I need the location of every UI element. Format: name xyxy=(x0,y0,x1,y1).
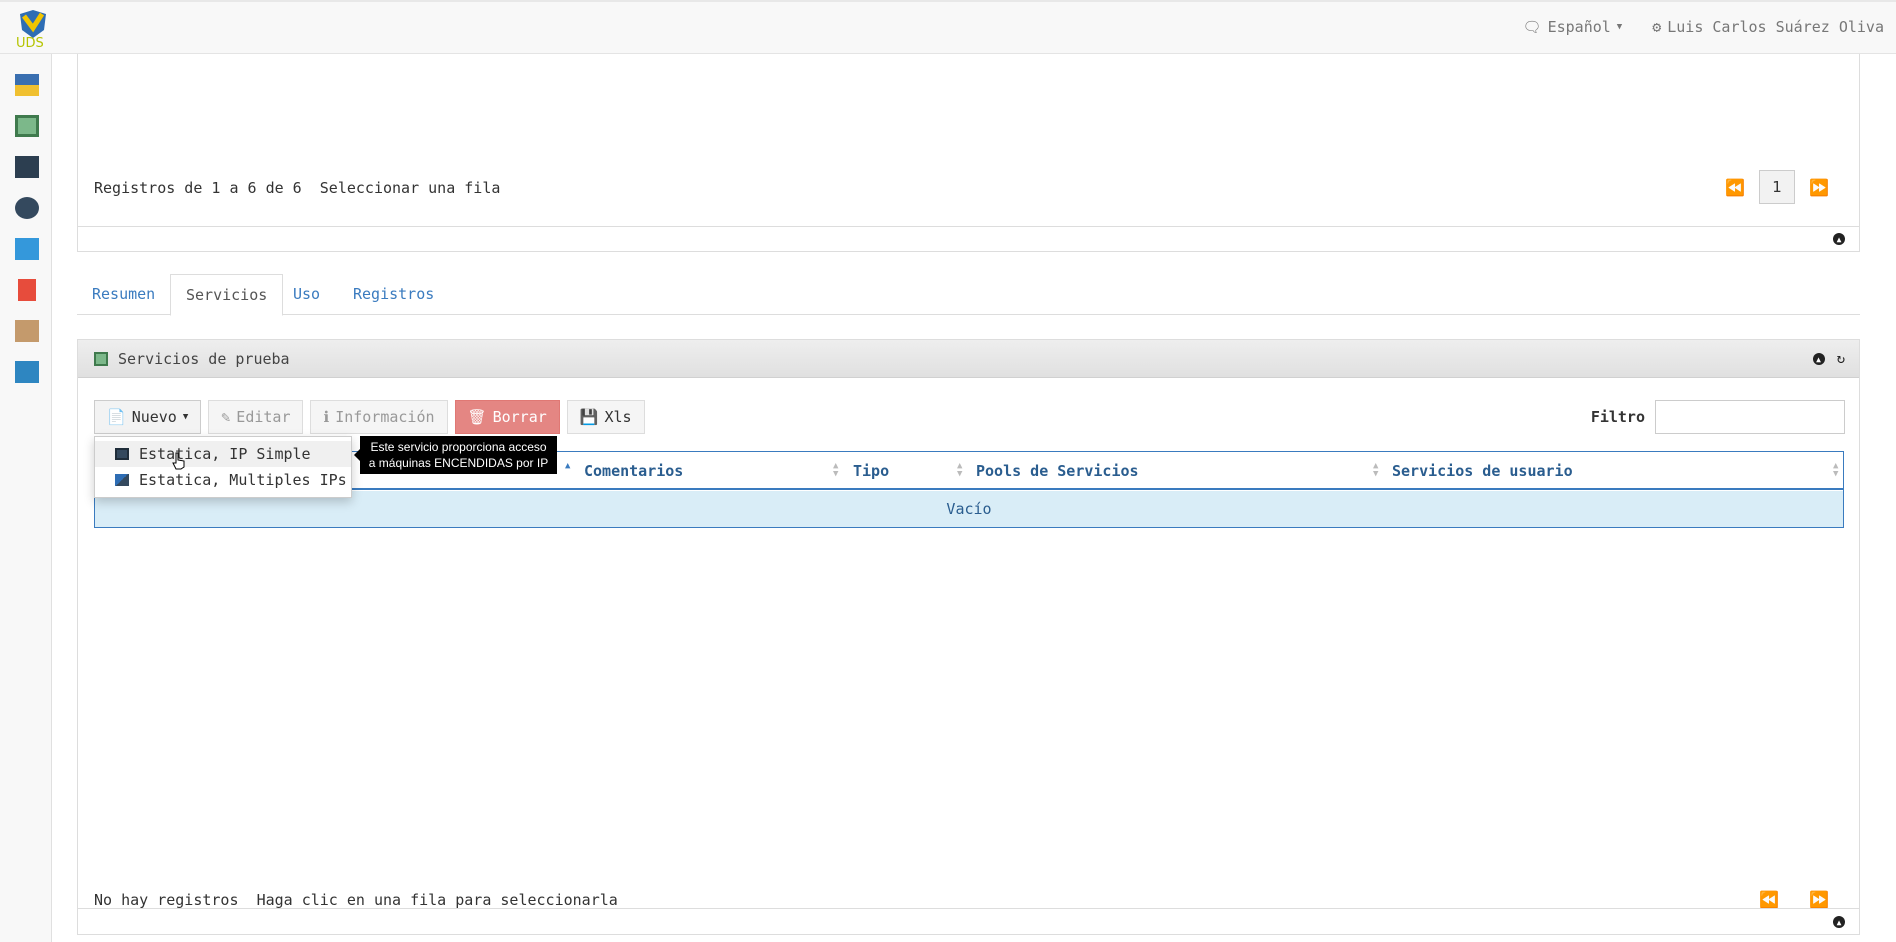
empty-row: Vacío xyxy=(95,491,1843,527)
services-panel: Servicios de prueba ▲ ↻ 📄 Nuevo ▼ ✎ Edit… xyxy=(77,339,1860,935)
menu-item-ip-simple[interactable]: Estatica, IP Simple xyxy=(95,441,351,467)
tab-uso[interactable]: Uso xyxy=(278,274,335,315)
monitor-icon xyxy=(115,448,129,460)
pager: ⏪ ⏩ xyxy=(1759,890,1829,909)
tooltip-line: a máquinas ENCENDIDAS por IP xyxy=(368,456,549,470)
tab-bar: Resumen Servicios Uso Registros xyxy=(77,274,1860,316)
filter-label: Filtro xyxy=(1590,408,1645,426)
sort-asc-icon[interactable]: ▲ xyxy=(565,462,570,471)
top-panel: Registros de 1 a 6 de 6 Seleccionar una … xyxy=(77,54,1860,252)
osmanagers-icon[interactable] xyxy=(15,197,39,219)
panel-footer: ▲ xyxy=(78,908,1859,934)
prev-page-icon[interactable]: ⏪ xyxy=(1725,178,1745,197)
file-icon: 📄 xyxy=(107,408,126,426)
collapse-icon[interactable]: ▲ xyxy=(1812,353,1825,365)
tab-servicios[interactable]: Servicios xyxy=(170,274,284,316)
scheduler-icon[interactable] xyxy=(15,320,39,342)
tools-icon[interactable] xyxy=(15,361,39,383)
new-label: Nuevo xyxy=(131,408,177,426)
menu-item-label: Estatica, Multiples IPs xyxy=(139,471,347,489)
hand-cursor-icon xyxy=(172,452,185,470)
tooltip: Este servicio proporciona acceso a máqui… xyxy=(354,436,557,474)
save-icon: 💾 xyxy=(579,408,599,426)
authenticators-icon[interactable] xyxy=(15,156,39,178)
new-dropdown-menu: Estatica, IP Simple Estatica, Multiples … xyxy=(94,436,352,498)
caret-down-icon: ▼ xyxy=(1616,22,1623,32)
sort-icon[interactable]: ▲ ▼ xyxy=(1833,462,1838,479)
sort-icon[interactable]: ▲ ▼ xyxy=(833,462,838,479)
delete-button[interactable]: 🗑 Borrar xyxy=(454,400,560,434)
top-bar: UDS 🗨 Español ▼ ⚙ Luis Carlos Suárez Oli… xyxy=(0,0,1896,54)
menu-item-multiple-ips[interactable]: Estatica, Multiples IPs xyxy=(95,467,351,493)
info-icon: ℹ xyxy=(323,408,330,426)
user-menu[interactable]: ⚙ Luis Carlos Suárez Oliva xyxy=(1652,18,1884,36)
xls-label: Xls xyxy=(604,408,632,426)
sort-icon[interactable]: ▲ ▼ xyxy=(957,462,962,479)
info-label: Información xyxy=(335,408,435,426)
menu-item-label: Estatica, IP Simple xyxy=(139,445,311,463)
reports-icon[interactable] xyxy=(18,279,36,301)
user-name: Luis Carlos Suárez Oliva xyxy=(1667,18,1884,36)
prev-page-icon[interactable]: ⏪ xyxy=(1759,890,1779,909)
refresh-icon[interactable]: ↻ xyxy=(1837,352,1845,366)
language-label: Español xyxy=(1547,18,1611,36)
panel-header: Servicios de prueba ▲ ↻ xyxy=(78,340,1859,378)
delete-label: Borrar xyxy=(492,408,547,426)
caret-down-icon: ▼ xyxy=(182,412,189,422)
tab-resumen[interactable]: Resumen xyxy=(77,274,170,315)
next-page-icon[interactable]: ⏩ xyxy=(1809,890,1829,909)
services-icon[interactable] xyxy=(15,115,39,137)
trash-icon: 🗑 xyxy=(467,408,487,426)
panel-footer: ▲ xyxy=(78,226,1859,251)
logo-text: UDS xyxy=(16,36,44,51)
page-number[interactable]: 1 xyxy=(1759,170,1796,204)
connectivity-icon[interactable] xyxy=(15,238,39,260)
services-panel-icon xyxy=(94,352,108,366)
tab-registros[interactable]: Registros xyxy=(338,274,449,315)
language-dropdown[interactable]: 🗨 Español ▼ xyxy=(1523,18,1623,36)
collapse-icon[interactable]: ▲ xyxy=(1833,233,1845,245)
next-page-icon[interactable]: ⏩ xyxy=(1809,178,1829,197)
xls-button[interactable]: 💾 Xls xyxy=(566,400,645,434)
pager: ⏪ 1 ⏩ xyxy=(1725,170,1829,204)
sidebar xyxy=(0,54,52,942)
records-count: Registros de 1 a 6 de 6 xyxy=(94,179,302,197)
collapse-icon[interactable]: ▲ xyxy=(1833,916,1845,928)
col-user-services[interactable]: Servicios de usuario xyxy=(1392,462,1573,480)
edit-label: Editar xyxy=(236,408,291,426)
multiple-monitors-icon xyxy=(115,474,129,486)
table-info: No hay registros Haga clic en una fila p… xyxy=(94,891,618,909)
dashboard-icon[interactable] xyxy=(15,74,39,96)
edit-button[interactable]: ✎ Editar xyxy=(208,400,304,434)
new-button[interactable]: 📄 Nuevo ▼ xyxy=(94,400,202,434)
comments-icon: 🗨 xyxy=(1522,18,1542,36)
col-comentarios[interactable]: Comentarios xyxy=(584,462,683,480)
no-records-text: No hay registros xyxy=(94,891,239,909)
top-rule xyxy=(0,0,1896,2)
filter-input[interactable] xyxy=(1655,400,1845,434)
services-table: ▲ Comentarios ▲ ▼ Tipo ▲ ▼ Pools de Servic… xyxy=(94,451,1844,528)
toolbar: 📄 Nuevo ▼ ✎ Editar ℹ Información 🗑 Borra… xyxy=(94,400,645,434)
filter: Filtro xyxy=(1591,400,1845,434)
panel-title: Servicios de prueba xyxy=(118,350,290,368)
records-info: Registros de 1 a 6 de 6 Seleccionar una … xyxy=(94,179,500,197)
tooltip-line: Este servicio proporciona acceso xyxy=(370,440,547,454)
info-button[interactable]: ℹ Información xyxy=(310,400,448,434)
select-hint: Seleccionar una fila xyxy=(319,179,501,197)
dashboard-user-icon: ⚙ xyxy=(1652,18,1662,36)
sort-icon[interactable]: ▲ ▼ xyxy=(1373,462,1378,479)
edit-icon: ✎ xyxy=(221,408,231,426)
col-tipo[interactable]: Tipo xyxy=(853,462,889,480)
col-pools[interactable]: Pools de Servicios xyxy=(976,462,1139,480)
click-hint: Haga clic en una fila para seleccionarla xyxy=(256,891,618,909)
